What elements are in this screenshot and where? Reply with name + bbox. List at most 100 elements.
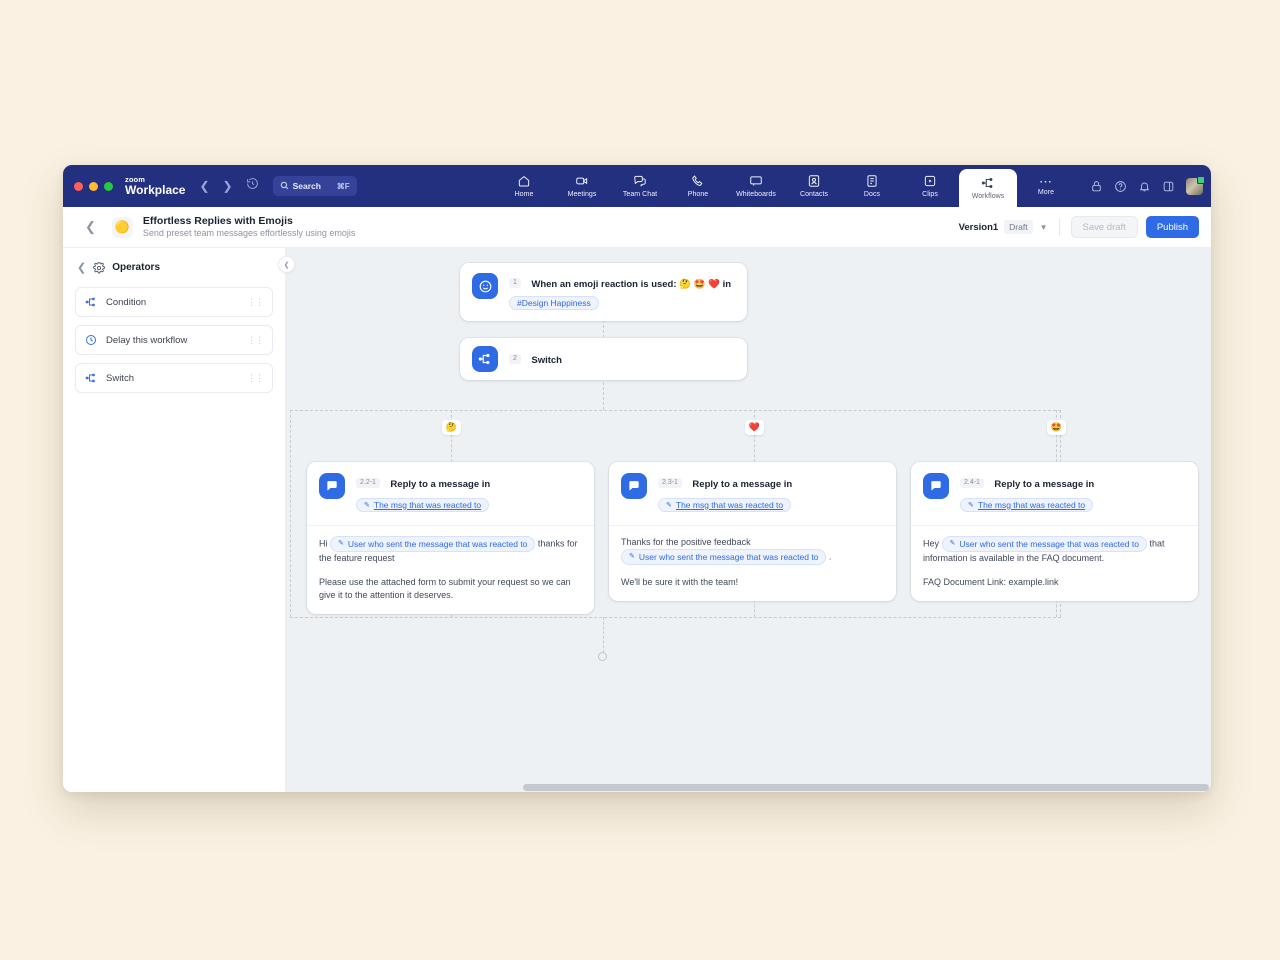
workflow-node-branch-1[interactable]: 2.2-1 Reply to a message in ✎ The msg th… [307, 462, 594, 614]
nav-label: Workflows [972, 193, 1005, 200]
publish-button[interactable]: Publish [1146, 216, 1199, 238]
horizontal-scrollbar-thumb[interactable] [523, 784, 1209, 791]
clock-icon [85, 334, 98, 346]
connector-bus-to-branch-3 [1056, 410, 1057, 462]
brand-line-2: Workplace [125, 184, 185, 196]
forward-arrow-icon[interactable]: ❯ [223, 179, 233, 193]
window-controls[interactable] [63, 182, 113, 191]
connector-merge-bus-bottom [290, 617, 1061, 618]
nav-label: Contacts [800, 191, 828, 198]
page-root: zoom Workplace ❮ ❯ Search ⌘F [0, 0, 1280, 960]
title-bar: zoom Workplace ❮ ❯ Search ⌘F [63, 165, 1211, 207]
sidebar-item-condition[interactable]: Condition ⋮⋮ [75, 287, 273, 317]
apps-panel-icon[interactable] [1162, 180, 1175, 193]
close-window-button[interactable] [74, 182, 83, 191]
lock-icon[interactable] [1090, 180, 1103, 193]
nav-item-more[interactable]: ⋯ More [1017, 165, 1075, 207]
sidebar-item-switch[interactable]: Switch ⋮⋮ [75, 363, 273, 393]
whiteboard-icon [749, 174, 763, 188]
maximize-window-button[interactable] [104, 182, 113, 191]
sidebar-item-delay-this-workflow[interactable]: Delay this workflow ⋮⋮ [75, 325, 273, 355]
search-placeholder: Search [293, 181, 321, 191]
workflow-end-node[interactable] [598, 652, 607, 661]
branch-icon [85, 372, 98, 384]
nav-item-workflows[interactable]: Workflows [959, 169, 1017, 207]
workflow-node-branch-2[interactable]: 2.3-1 Reply to a message in ✎ The msg th… [609, 462, 896, 601]
workflow-header: ❮ 🟡 Effortless Replies with Emojis Send … [63, 207, 1211, 248]
target-message-token[interactable]: ✎ The msg that was reacted to [356, 498, 489, 512]
nav-item-docs[interactable]: Docs [843, 165, 901, 207]
back-arrow-icon[interactable]: ❮ [199, 179, 209, 193]
history-clock-icon[interactable] [246, 177, 259, 195]
target-message-token[interactable]: ✎ The msg that was reacted to [960, 498, 1093, 512]
message-line: FAQ Document Link: example.link [923, 576, 1186, 589]
drag-handle[interactable]: ⋮⋮ [247, 376, 263, 381]
nav-item-contacts[interactable]: Contacts [785, 165, 843, 207]
node-step-badge: 1 [509, 278, 521, 288]
user-token[interactable]: ✎User who sent the message that was reac… [621, 549, 826, 565]
message-line: Hi ✎User who sent the message that was r… [319, 536, 582, 565]
clips-icon [923, 174, 937, 188]
message-line: Hey ✎User who sent the message that was … [923, 536, 1186, 565]
node-title: Reply to a message in [994, 479, 1094, 490]
drag-handle[interactable]: ⋮⋮ [247, 338, 263, 343]
user-token[interactable]: ✎User who sent the message that was reac… [330, 536, 535, 552]
sidebar-item-label: Delay this workflow [106, 335, 187, 346]
target-message-token[interactable]: ✎ The msg that was reacted to [658, 498, 791, 512]
video-camera-icon [575, 174, 589, 188]
user-token[interactable]: ✎User who sent the message that was reac… [942, 536, 1147, 552]
nav-item-clips[interactable]: Clips [901, 165, 959, 207]
pencil-icon: ✎ [629, 552, 635, 562]
back-button[interactable]: ❮ [79, 217, 102, 237]
save-draft-button[interactable]: Save draft [1071, 216, 1138, 238]
pencil-icon: ✎ [364, 501, 370, 509]
contacts-icon [807, 174, 821, 188]
nav-item-whiteboards[interactable]: Whiteboards [727, 165, 785, 207]
connector-switch-to-bus [603, 382, 604, 410]
ellipsis-icon: ⋯ [1039, 177, 1053, 186]
chat-message-icon [923, 473, 949, 499]
pencil-icon: ✎ [338, 539, 344, 549]
workflow-node-branch-3[interactable]: 2.4-1 Reply to a message in ✎ The msg th… [911, 462, 1198, 601]
collapse-sidebar-button[interactable]: ❮ [278, 256, 295, 273]
titlebar-right-actions[interactable] [1090, 165, 1203, 207]
trigger-emoji-list: 🤔 🤩 ❤️ [679, 279, 720, 290]
node-title: Reply to a message in [692, 479, 792, 490]
chevron-down-icon[interactable]: ▼ [1040, 223, 1048, 232]
nav-item-team-chat[interactable]: Team Chat [611, 165, 669, 207]
message-body: Thanks for the positive feedback ✎User w… [609, 525, 896, 601]
horizontal-scrollbar-track[interactable] [286, 782, 1211, 792]
workflow-emoji-icon: 🟡 [112, 217, 133, 238]
channel-chip[interactable]: #Design Happiness [509, 296, 599, 310]
node-step-badge: 2.2-1 [356, 478, 380, 488]
pencil-icon: ✎ [968, 501, 974, 509]
version-label: Version1 [959, 222, 999, 233]
main-navigation[interactable]: Home Meetings Team Chat [495, 165, 1075, 207]
workflow-title-block: Effortless Replies with Emojis Send pres… [143, 215, 355, 238]
nav-item-phone[interactable]: Phone [669, 165, 727, 207]
sidebar-item-label: Switch [106, 373, 134, 384]
branch-emoji-badge-2: ❤️ [745, 420, 764, 435]
workflow-node-trigger[interactable]: 1 When an emoji reaction is used: 🤔 🤩 ❤️… [460, 263, 747, 321]
workflow-node-switch[interactable]: 2 Switch [460, 338, 747, 380]
notifications-bell-icon[interactable] [1138, 180, 1151, 193]
sidebar-back-icon[interactable]: ❮ [77, 261, 86, 274]
drag-handle[interactable]: ⋮⋮ [247, 300, 263, 305]
workflow-canvas[interactable]: 🤔 ❤️ 🤩 1 When an emoji reaction is used:… [286, 248, 1211, 792]
minimize-window-button[interactable] [89, 182, 98, 191]
connector-left-rail [290, 410, 291, 617]
workflows-icon [981, 176, 995, 190]
history-nav[interactable]: ❮ ❯ [199, 179, 232, 193]
user-avatar[interactable] [1186, 178, 1203, 195]
message-body: Hey ✎User who sent the message that was … [911, 525, 1198, 601]
nav-item-meetings[interactable]: Meetings [553, 165, 611, 207]
node-title: Reply to a message in [390, 479, 490, 490]
node-step-badge: 2.4-1 [960, 478, 984, 488]
nav-item-home[interactable]: Home [495, 165, 553, 207]
help-icon[interactable] [1114, 180, 1127, 193]
status-badge: Draft [1004, 220, 1032, 234]
search-input[interactable]: Search ⌘F [273, 176, 357, 196]
nav-label: More [1038, 189, 1054, 196]
nav-label: Whiteboards [736, 191, 776, 198]
home-icon [517, 174, 531, 188]
